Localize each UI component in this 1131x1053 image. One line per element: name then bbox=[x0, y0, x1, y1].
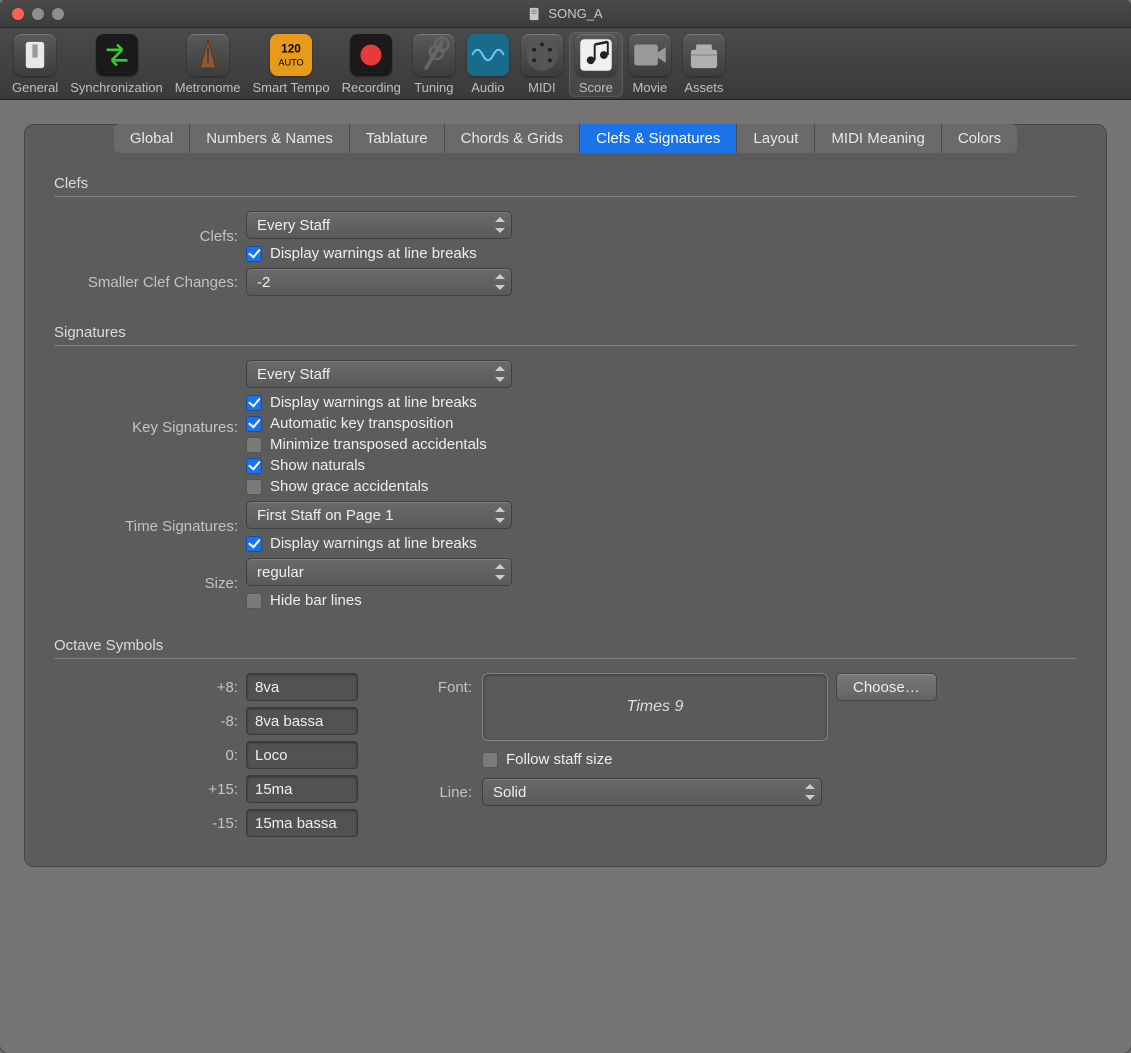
size-popup[interactable]: regular bbox=[246, 558, 512, 586]
zero-label: 0: bbox=[54, 747, 246, 764]
time-warnings-checkbox[interactable]: Display warnings at line breaks bbox=[246, 535, 512, 552]
settings-panel: GlobalNumbers & NamesTablatureChords & G… bbox=[24, 124, 1107, 867]
key-sig-label: Key Signatures: bbox=[54, 419, 246, 436]
close-icon[interactable] bbox=[12, 8, 24, 20]
choose-font-button[interactable]: Choose… bbox=[836, 673, 937, 701]
clefs-popup[interactable]: Every Staff bbox=[246, 211, 512, 239]
toolbar-label: Synchronization bbox=[70, 80, 163, 95]
toolbar-smart-tempo[interactable]: 120 AUTO Smart Tempo bbox=[247, 32, 336, 97]
clef-warnings-checkbox[interactable]: Display warnings at line breaks bbox=[246, 245, 512, 262]
show-grace-checkbox[interactable]: Show grace accidentals bbox=[246, 478, 512, 495]
time-sig-popup[interactable]: First Staff on Page 1 bbox=[246, 501, 512, 529]
toolbar-label: Recording bbox=[342, 80, 401, 95]
tab-content: Clefs Clefs: Every Staff Display warning… bbox=[24, 153, 1107, 837]
chevron-updown-icon bbox=[495, 274, 505, 290]
minus15-label: -15: bbox=[54, 815, 246, 832]
key-warnings-checkbox[interactable]: Display warnings at line breaks bbox=[246, 394, 512, 411]
section-octave: Octave Symbols bbox=[54, 637, 1077, 659]
preferences-window: SONG_A General Synchronization Metronome 12… bbox=[0, 0, 1131, 1053]
chevron-updown-icon bbox=[805, 784, 815, 800]
smart-tempo-icon: 120 AUTO bbox=[270, 34, 312, 76]
toolbar: General Synchronization Metronome 120 AUTO Sm… bbox=[0, 28, 1131, 100]
audio-icon bbox=[467, 34, 509, 76]
toolbar-label: Tuning bbox=[414, 80, 453, 95]
line-label: Line: bbox=[418, 784, 474, 801]
time-sig-label: Time Signatures: bbox=[54, 518, 246, 535]
minimize-icon[interactable] bbox=[32, 8, 44, 20]
tab-tablature[interactable]: Tablature bbox=[350, 124, 445, 153]
plus8-label: +8: bbox=[54, 679, 246, 696]
tab-global[interactable]: Global bbox=[114, 124, 190, 153]
font-preview: Times 9 bbox=[482, 673, 828, 741]
midi-icon bbox=[521, 34, 563, 76]
zoom-icon[interactable] bbox=[52, 8, 64, 20]
toolbar-assets[interactable]: Assets bbox=[677, 32, 731, 97]
tab-chords-grids[interactable]: Chords & Grids bbox=[445, 124, 581, 153]
toolbar-label: Score bbox=[579, 80, 613, 95]
sync-icon bbox=[96, 34, 138, 76]
chevron-updown-icon bbox=[495, 564, 505, 580]
minus8-label: -8: bbox=[54, 713, 246, 730]
hide-bars-checkbox[interactable]: Hide bar lines bbox=[246, 592, 512, 609]
svg-text:AUTO: AUTO bbox=[278, 58, 303, 68]
toolbar-recording[interactable]: Recording bbox=[336, 32, 407, 97]
follow-staff-checkbox[interactable]: Follow staff size bbox=[482, 751, 612, 768]
toolbar-label: Metronome bbox=[175, 80, 241, 95]
tab-colors[interactable]: Colors bbox=[942, 124, 1017, 153]
minus15-field[interactable]: 15ma bassa bbox=[246, 809, 358, 837]
tab-midi-meaning[interactable]: MIDI Meaning bbox=[815, 124, 941, 153]
tab-layout[interactable]: Layout bbox=[737, 124, 815, 153]
chevron-updown-icon bbox=[495, 366, 505, 382]
toolbar-metronome[interactable]: Metronome bbox=[169, 32, 247, 97]
window-title: SONG_A bbox=[0, 6, 1131, 21]
plus15-field[interactable]: 15ma bbox=[246, 775, 358, 803]
zero-field[interactable]: Loco bbox=[246, 741, 358, 769]
content-area: GlobalNumbers & NamesTablatureChords & G… bbox=[0, 100, 1131, 1053]
tab-clefs-signatures[interactable]: Clefs & Signatures bbox=[580, 124, 737, 153]
toolbar-tuning[interactable]: Tuning bbox=[407, 32, 461, 97]
minimize-accidentals-checkbox[interactable]: Minimize transposed accidentals bbox=[246, 436, 512, 453]
score-icon bbox=[575, 34, 617, 76]
smaller-clef-label: Smaller Clef Changes: bbox=[54, 274, 246, 291]
auto-transposition-checkbox[interactable]: Automatic key transposition bbox=[246, 415, 512, 432]
recording-icon bbox=[350, 34, 392, 76]
toolbar-midi[interactable]: MIDI bbox=[515, 32, 569, 97]
clefs-label: Clefs: bbox=[54, 228, 246, 245]
toolbar-audio[interactable]: Audio bbox=[461, 32, 515, 97]
document-icon bbox=[528, 7, 542, 21]
toolbar-label: MIDI bbox=[528, 80, 555, 95]
movie-icon bbox=[629, 34, 671, 76]
svg-text:120: 120 bbox=[281, 41, 301, 55]
toolbar-general[interactable]: General bbox=[6, 32, 64, 97]
size-label: Size: bbox=[54, 575, 246, 592]
smaller-clef-popup[interactable]: -2 bbox=[246, 268, 512, 296]
toolbar-score[interactable]: Score bbox=[569, 32, 623, 97]
show-naturals-checkbox[interactable]: Show naturals bbox=[246, 457, 512, 474]
section-clefs: Clefs bbox=[54, 175, 1077, 197]
tab-numbers-names[interactable]: Numbers & Names bbox=[190, 124, 350, 153]
plus8-field[interactable]: 8va bbox=[246, 673, 358, 701]
assets-icon bbox=[683, 34, 725, 76]
chevron-updown-icon bbox=[495, 507, 505, 523]
minus8-field[interactable]: 8va bassa bbox=[246, 707, 358, 735]
key-sig-popup[interactable]: Every Staff bbox=[246, 360, 512, 388]
section-signatures: Signatures bbox=[54, 324, 1077, 346]
toolbar-label: Assets bbox=[684, 80, 723, 95]
toolbar-label: Smart Tempo bbox=[253, 80, 330, 95]
font-label: Font: bbox=[418, 673, 474, 696]
toolbar-label: General bbox=[12, 80, 58, 95]
window-controls bbox=[0, 8, 64, 20]
tuning-icon bbox=[413, 34, 455, 76]
metronome-icon bbox=[187, 34, 229, 76]
titlebar: SONG_A bbox=[0, 0, 1131, 28]
chevron-updown-icon bbox=[495, 217, 505, 233]
line-popup[interactable]: Solid bbox=[482, 778, 822, 806]
general-icon bbox=[14, 34, 56, 76]
plus15-label: +15: bbox=[54, 781, 246, 798]
toolbar-movie[interactable]: Movie bbox=[623, 32, 677, 97]
toolbar-label: Movie bbox=[633, 80, 668, 95]
tab-bar: GlobalNumbers & NamesTablatureChords & G… bbox=[52, 124, 1079, 153]
toolbar-sync[interactable]: Synchronization bbox=[64, 32, 169, 97]
toolbar-label: Audio bbox=[471, 80, 504, 95]
